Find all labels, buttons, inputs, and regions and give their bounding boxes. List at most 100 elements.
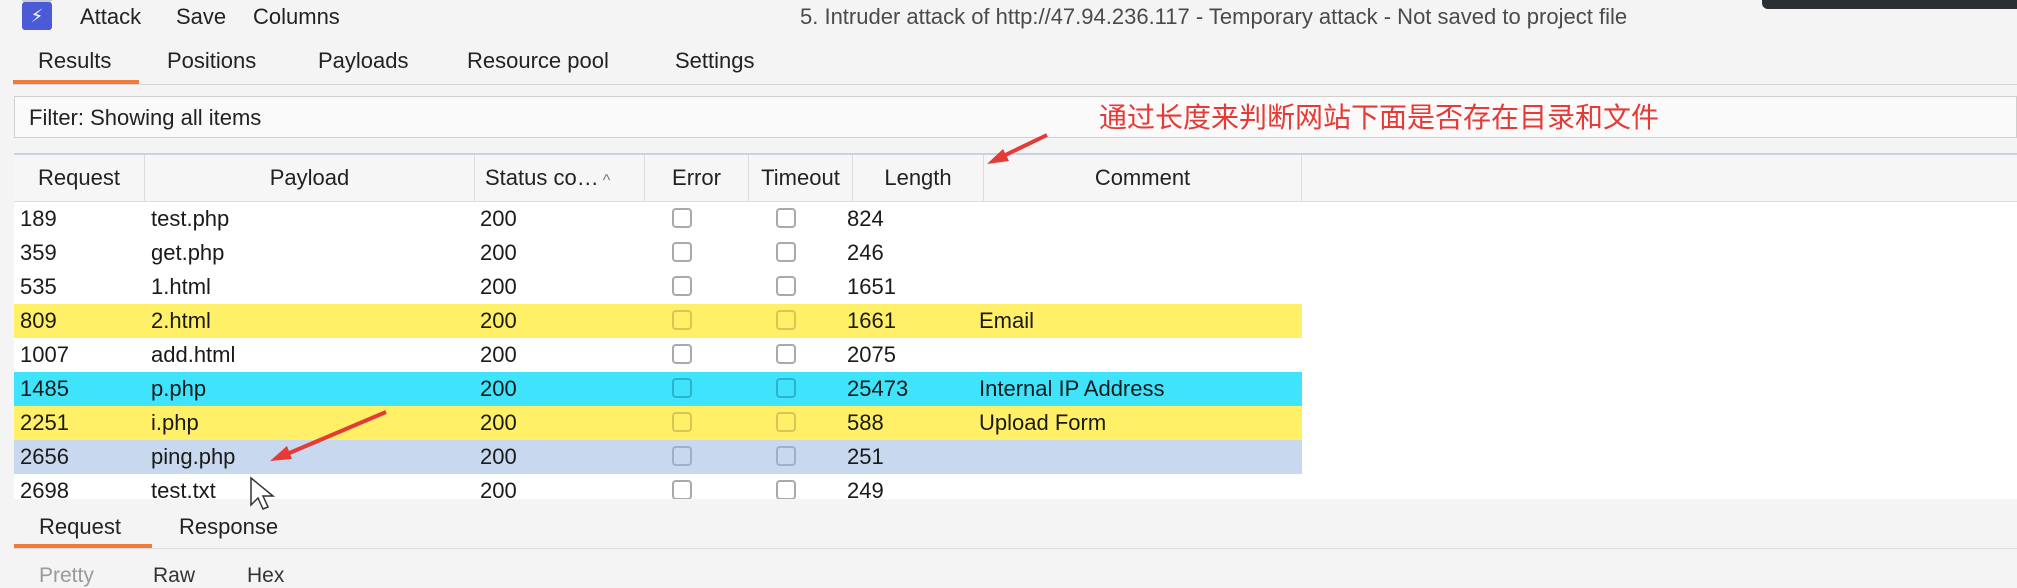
error-checkbox xyxy=(672,480,692,499)
cell-length: 1651 xyxy=(847,274,896,299)
message-tabs: Request Response xyxy=(14,500,2017,549)
sort-ascending-icon: ^ xyxy=(602,172,611,189)
cell-length: 588 xyxy=(847,410,884,435)
cell-payload: get.php xyxy=(151,240,225,265)
tab-payloads[interactable]: Payloads xyxy=(318,48,409,74)
tab-results[interactable]: Results xyxy=(38,48,111,74)
timeout-checkbox xyxy=(776,446,796,466)
table-header: Request Payload Status co… ^ Error Timeou… xyxy=(14,155,2017,202)
menu-save[interactable]: Save xyxy=(176,4,226,30)
tab-positions[interactable]: Positions xyxy=(167,48,256,74)
error-checkbox xyxy=(672,344,692,364)
tab-settings[interactable]: Settings xyxy=(675,48,755,74)
error-checkbox xyxy=(672,242,692,262)
column-header-status[interactable]: Status co… ^ xyxy=(475,155,645,201)
cell-length: 25473 xyxy=(847,376,909,401)
tab-resource-pool[interactable]: Resource pool xyxy=(467,48,609,74)
column-header-error[interactable]: Error xyxy=(645,155,749,201)
cell-request: 2698 xyxy=(20,478,69,499)
attack-tabs: Results Positions Payloads Resource pool… xyxy=(13,38,2017,85)
error-checkbox xyxy=(672,412,692,432)
filter-label: Filter: Showing all items xyxy=(29,105,262,130)
cell-payload: test.txt xyxy=(151,478,216,499)
cell-length: 824 xyxy=(847,206,884,231)
cell-status: 200 xyxy=(480,410,517,435)
cell-request: 359 xyxy=(20,240,57,265)
error-checkbox xyxy=(672,446,692,466)
results-table: Request Payload Status co… ^ Error Timeou… xyxy=(14,153,2017,499)
tab-request[interactable]: Request xyxy=(39,514,121,540)
table-row[interactable]: 2698 test.txt 200 249 xyxy=(14,474,1302,499)
table-row[interactable]: 1007 add.html 200 2075 xyxy=(14,338,1302,372)
timeout-checkbox xyxy=(776,378,796,398)
error-checkbox xyxy=(672,310,692,330)
cell-status: 200 xyxy=(480,478,517,499)
menu-attack[interactable]: Attack xyxy=(80,4,141,30)
menu-columns[interactable]: Columns xyxy=(253,4,340,30)
cell-request: 535 xyxy=(20,274,57,299)
table-row[interactable]: 535 1.html 200 1651 xyxy=(14,270,1302,304)
column-header-length[interactable]: Length xyxy=(853,155,984,201)
timeout-checkbox xyxy=(776,344,796,364)
table-row[interactable]: 189 test.php 200 824 xyxy=(14,202,1302,236)
timeout-checkbox xyxy=(776,242,796,262)
tab-hex[interactable]: Hex xyxy=(247,564,284,588)
table-row-selected[interactable]: 2656 ping.php 200 251 xyxy=(14,440,1302,474)
cell-status: 200 xyxy=(480,342,517,367)
cell-request: 2656 xyxy=(20,444,69,469)
filter-bar[interactable]: Filter: Showing all items xyxy=(14,96,2017,138)
cell-request: 2251 xyxy=(20,410,69,435)
cell-payload: 1.html xyxy=(151,274,211,299)
menu-bar: ⚡ Attack Save Columns 5. Intruder attack… xyxy=(0,0,2017,34)
cell-status: 200 xyxy=(480,274,517,299)
table-row[interactable]: 809 2.html 200 1661 Email xyxy=(14,304,1302,338)
error-checkbox xyxy=(672,378,692,398)
table-row[interactable]: 359 get.php 200 246 xyxy=(14,236,1302,270)
timeout-checkbox xyxy=(776,208,796,228)
cell-length: 251 xyxy=(847,444,884,469)
cell-comment: Email xyxy=(979,308,1035,333)
error-checkbox xyxy=(672,276,692,296)
cell-length: 249 xyxy=(847,478,884,499)
column-header-comment[interactable]: Comment xyxy=(984,155,1302,201)
table-row[interactable]: 1485 p.php 200 25473 Internal IP Address xyxy=(14,372,1302,406)
column-header-status-label: Status co… xyxy=(485,165,599,190)
tab-response[interactable]: Response xyxy=(179,514,278,540)
cell-length: 246 xyxy=(847,240,884,265)
active-tab-indicator xyxy=(13,80,139,84)
timeout-checkbox xyxy=(776,480,796,499)
cell-request: 1485 xyxy=(20,376,69,401)
timeout-checkbox xyxy=(776,412,796,432)
table-row[interactable]: 2251 i.php 200 588 Upload Form xyxy=(14,406,1302,440)
cell-payload: add.html xyxy=(151,342,236,367)
error-checkbox xyxy=(672,208,692,228)
active-message-tab-indicator xyxy=(14,544,152,548)
cell-payload: 2.html xyxy=(151,308,211,333)
timeout-checkbox xyxy=(776,310,796,330)
cell-status: 200 xyxy=(480,444,517,469)
cell-payload: i.php xyxy=(151,410,199,435)
tab-raw[interactable]: Raw xyxy=(153,564,195,588)
column-header-request[interactable]: Request xyxy=(14,155,145,201)
cell-payload: ping.php xyxy=(151,444,236,469)
cell-comment: Upload Form xyxy=(979,410,1107,435)
cell-request: 809 xyxy=(20,308,57,333)
cell-request: 1007 xyxy=(20,342,69,367)
cell-comment: Internal IP Address xyxy=(979,376,1165,401)
annotation-text: 通过长度来判断网站下面是否存在目录和文件 xyxy=(1099,101,1660,134)
column-header-payload[interactable]: Payload xyxy=(145,155,475,201)
cell-status: 200 xyxy=(480,376,517,401)
cell-payload: test.php xyxy=(151,206,230,231)
cell-length: 2075 xyxy=(847,342,896,367)
window-title: 5. Intruder attack of http://47.94.236.1… xyxy=(800,4,1628,29)
cell-request: 189 xyxy=(20,206,57,231)
column-header-timeout[interactable]: Timeout xyxy=(749,155,853,201)
cell-length: 1661 xyxy=(847,308,896,333)
burp-logo-icon: ⚡ xyxy=(22,2,52,30)
timeout-checkbox xyxy=(776,276,796,296)
tab-pretty[interactable]: Pretty xyxy=(39,564,94,588)
cell-payload: p.php xyxy=(151,376,207,401)
cell-status: 200 xyxy=(480,308,517,333)
cell-status: 200 xyxy=(480,206,517,231)
cell-status: 200 xyxy=(480,240,517,265)
